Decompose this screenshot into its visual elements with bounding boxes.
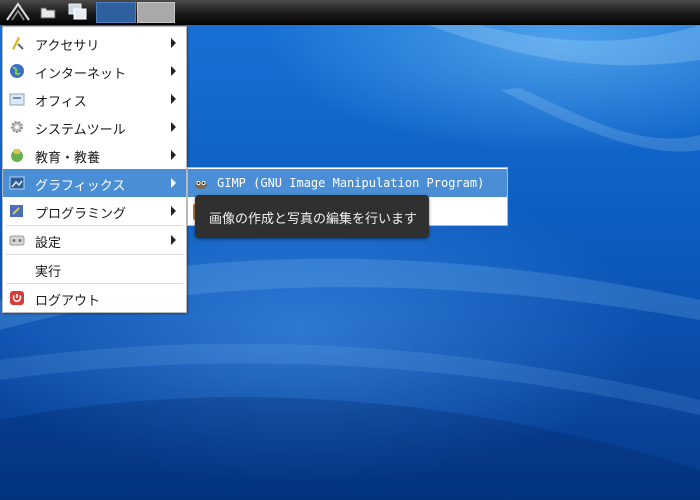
submenu-arrow-icon bbox=[171, 150, 176, 160]
show-desktop-icon[interactable] bbox=[66, 0, 90, 24]
submenu-arrow-icon bbox=[171, 66, 176, 76]
menu-item-graphics[interactable]: グラフィックス bbox=[3, 169, 186, 197]
accessories-icon bbox=[9, 35, 25, 51]
menu-item-system-tools[interactable]: システムツール bbox=[3, 113, 186, 141]
submenu-arrow-icon bbox=[171, 235, 176, 245]
taskbar-button-active[interactable] bbox=[96, 2, 136, 23]
submenu-arrow-icon bbox=[171, 122, 176, 132]
submenu-arrow-icon bbox=[171, 38, 176, 48]
folder-icon[interactable] bbox=[38, 0, 58, 24]
menu-item-programming[interactable]: プログラミング bbox=[3, 197, 186, 225]
programming-icon bbox=[9, 203, 25, 219]
menu-item-run[interactable]: 実行 bbox=[3, 255, 186, 283]
tooltip: 画像の作成と写真の編集を行います bbox=[195, 195, 429, 238]
tooltip-text: 画像の作成と写真の編集を行います bbox=[209, 212, 418, 227]
globe-icon bbox=[9, 63, 25, 79]
menu-item-label: 実行 bbox=[35, 265, 62, 280]
menu-item-label: プログラミング bbox=[35, 207, 127, 222]
menu-item-label: システムツール bbox=[35, 123, 126, 138]
menu-item-settings[interactable]: 設定 bbox=[3, 226, 186, 254]
menu-item-label: アクセサリ bbox=[35, 39, 100, 54]
top-panel bbox=[0, 0, 700, 25]
menu-item-label: インターネット bbox=[35, 67, 127, 82]
menu-item-logout[interactable]: ログアウト bbox=[3, 284, 186, 312]
office-icon bbox=[9, 91, 25, 107]
menu-item-accessories[interactable]: アクセサリ bbox=[3, 29, 186, 57]
taskbar-button[interactable] bbox=[137, 2, 175, 23]
menu-item-label: 教育・教養 bbox=[35, 151, 101, 166]
settings-icon bbox=[9, 232, 25, 248]
submenu-arrow-icon bbox=[171, 178, 176, 188]
menu-item-internet[interactable]: インターネット bbox=[3, 57, 186, 85]
gear-icon bbox=[9, 119, 25, 135]
app-menu-logo-icon[interactable] bbox=[3, 0, 33, 24]
logout-icon bbox=[9, 290, 25, 306]
submenu-item-label: GIMP (GNU Image Manipulation Program) bbox=[217, 176, 485, 190]
education-icon bbox=[9, 147, 25, 163]
menu-item-label: 設定 bbox=[35, 236, 62, 251]
menu-item-label: オフィス bbox=[35, 95, 87, 110]
submenu-item-gimp[interactable]: GIMP (GNU Image Manipulation Program) bbox=[188, 169, 507, 197]
submenu-arrow-icon bbox=[171, 206, 176, 216]
submenu-arrow-icon bbox=[171, 94, 176, 104]
menu-item-office[interactable]: オフィス bbox=[3, 85, 186, 113]
gimp-icon bbox=[193, 175, 209, 191]
menu-item-education[interactable]: 教育・教養 bbox=[3, 141, 186, 169]
menu-item-label: ログアウト bbox=[35, 294, 101, 309]
application-menu: アクセサリ インターネット オフィス システムツール 教育・教養 グラフィックス bbox=[2, 26, 187, 313]
menu-item-label: グラフィックス bbox=[35, 179, 126, 194]
graphics-icon bbox=[9, 175, 25, 191]
